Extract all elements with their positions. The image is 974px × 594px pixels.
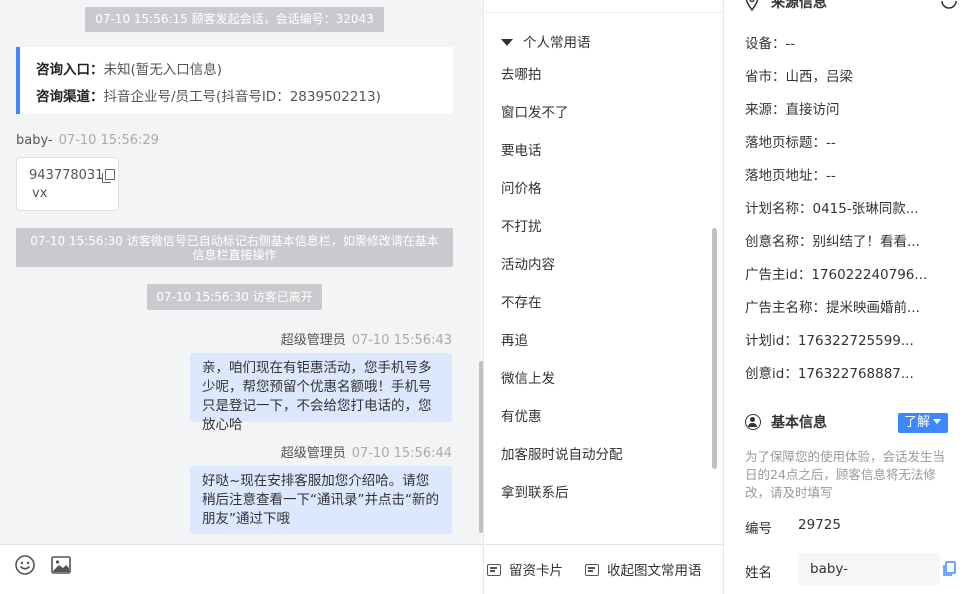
phrase-footer: 留资卡片 收起图文常用语	[485, 544, 723, 594]
agent-name: 超级管理员	[280, 333, 346, 348]
phrase-item[interactable]: 窗口发不了	[501, 101, 569, 121]
phrase-item[interactable]: 问价格	[501, 177, 542, 197]
system-message: 07-10 15:56:30 访客微信号已自动标记右侧基本信息栏，如需修改请在基…	[16, 228, 453, 267]
phrase-item[interactable]: 不打扰	[501, 215, 542, 235]
collapse-phrases-button[interactable]: 收起图文常用语	[585, 559, 702, 579]
agent-message-bubble: 亲，咱们现在有钜惠活动，您手机号多少呢，帮您预留个优惠名额哦！手机号只是登记一下…	[190, 353, 452, 433]
source-advertiser-name: 广告主名称：提米映画婚前...	[745, 300, 920, 316]
consult-entry-value: 未知(暂无入口信息)	[103, 62, 223, 78]
source-plan-id: 计划id：176322725599...	[745, 333, 914, 349]
image-icon[interactable]	[50, 554, 72, 576]
consult-entry-row: 咨询入口：未知(暂无入口信息)	[36, 57, 453, 84]
consult-channel-value: 抖音企业号/员工号(抖音号ID：2839502213)	[103, 89, 381, 105]
system-message: 07-10 15:56:15 顾客发起会话，会话编号：32043	[85, 7, 384, 32]
source-region: 省市：山西，吕梁	[745, 69, 853, 85]
source-creative-id: 创意id：176322768887...	[745, 366, 914, 382]
message-icon	[585, 564, 599, 576]
agent-message-bubble: 好哒~现在安排客服加您介绍哈。请您稍后注意查看一下“通讯录”并点击“新的朋友”通…	[190, 466, 452, 534]
customer-info-panel: 来源信息 设备：-- 省市：山西，吕梁 来源：直接访问 落地页标题：-- 落地页…	[725, 0, 974, 594]
customer-id-label: 编号	[745, 521, 772, 537]
learn-more-label: 了解	[904, 415, 931, 430]
phrase-group-label: 个人常用语	[523, 35, 591, 51]
card-icon	[487, 564, 501, 576]
collapse-phrases-label: 收起图文常用语	[607, 563, 702, 579]
phrase-item[interactable]: 有优惠	[501, 405, 542, 425]
source-device: 设备：--	[745, 36, 796, 52]
visitor-time: 07-10 15:56:29	[58, 133, 159, 148]
agent-time: 07-10 15:56:43	[351, 333, 452, 348]
consult-channel-row: 咨询渠道：抖音企业号/员工号(抖音号ID：2839502213)	[36, 84, 453, 111]
caret-down-icon	[933, 419, 942, 424]
caret-down-icon	[501, 39, 513, 46]
visitor-name: baby-	[16, 133, 53, 148]
phrase-panel: 个人常用语 去哪拍 窗口发不了 要电话 问价格 不打扰 活动内容 不存在 再追 …	[485, 0, 724, 594]
phrase-item[interactable]: 不存在	[501, 291, 542, 311]
phrase-group-toggle[interactable]: 个人常用语	[501, 31, 591, 51]
visitor-wechat-card[interactable]: 943778031 vx	[16, 157, 119, 211]
phrase-item[interactable]: 微信上发	[501, 367, 555, 387]
lead-card-label: 留资卡片	[509, 563, 563, 579]
visitor-sender: baby- 07-10 15:56:29	[16, 133, 159, 148]
source-landing-url: 落地页地址：--	[745, 168, 836, 184]
chat-scrollbar[interactable]	[479, 361, 483, 533]
phrase-scrollbar[interactable]	[712, 228, 717, 469]
customer-name-label: 姓名	[745, 565, 772, 581]
consult-entry-label: 咨询入口：	[36, 62, 104, 78]
wechat-sub: vx	[32, 186, 48, 201]
emoji-icon[interactable]	[14, 554, 36, 576]
phrase-item[interactable]: 再追	[501, 329, 528, 349]
phrase-item[interactable]: 加客服时说自动分配	[501, 443, 623, 463]
learn-more-button[interactable]: 了解	[898, 413, 948, 433]
phrase-item[interactable]: 要电话	[501, 139, 542, 159]
copy-icon[interactable]	[942, 561, 956, 576]
agent-name: 超级管理员	[280, 446, 346, 461]
wechat-number: 943778031	[29, 168, 104, 183]
wechat-number-row: 943778031	[29, 167, 118, 185]
phrase-item[interactable]: 去哪拍	[501, 63, 542, 83]
agent-sender: 超级管理员 07-10 15:56:44	[281, 442, 452, 461]
consult-info-card: 咨询入口：未知(暂无入口信息) 咨询渠道：抖音企业号/员工号(抖音号ID：283…	[16, 47, 453, 114]
copy-icon[interactable]	[102, 169, 116, 183]
system-message: 07-10 15:56:30 访客已离开	[147, 284, 322, 310]
user-icon	[745, 414, 761, 430]
location-icon	[745, 0, 759, 11]
source-landing-title: 落地页标题：--	[745, 135, 836, 151]
consult-channel-label: 咨询渠道：	[36, 89, 104, 105]
customer-name-input[interactable]	[798, 553, 940, 585]
phrase-item[interactable]: 活动内容	[501, 253, 555, 273]
agent-time: 07-10 15:56:44	[351, 446, 452, 461]
source-plan-name: 计划名称：0415-张琳同款...	[745, 201, 919, 217]
source-advertiser-id: 广告主id：176022240796...	[745, 267, 928, 283]
source-creative-name: 创意名称：别纠结了！看看...	[745, 234, 920, 250]
phrase-item[interactable]: 拿到联系后	[501, 481, 569, 501]
agent-sender: 超级管理员 07-10 15:56:43	[281, 329, 452, 348]
edit-icon[interactable]	[940, 0, 958, 10]
basic-info-title: 基本信息	[771, 415, 827, 431]
lead-card-button[interactable]: 留资卡片	[487, 559, 563, 579]
edit-notice: 为了保障您的使用体验，会话发生当日的24点之后，顾客信息将无法修改，请及时填写	[745, 449, 946, 500]
source-info-title: 来源信息	[771, 0, 827, 11]
divider	[485, 12, 723, 13]
customer-id-value: 29725	[798, 517, 841, 533]
chat-input-toolbar	[0, 544, 483, 594]
chat-panel: 07-10 15:56:15 顾客发起会话，会话编号：32043 咨询入口：未知…	[0, 0, 484, 594]
basic-info-header: 基本信息	[745, 412, 827, 432]
source-channel: 来源：直接访问	[745, 102, 840, 118]
